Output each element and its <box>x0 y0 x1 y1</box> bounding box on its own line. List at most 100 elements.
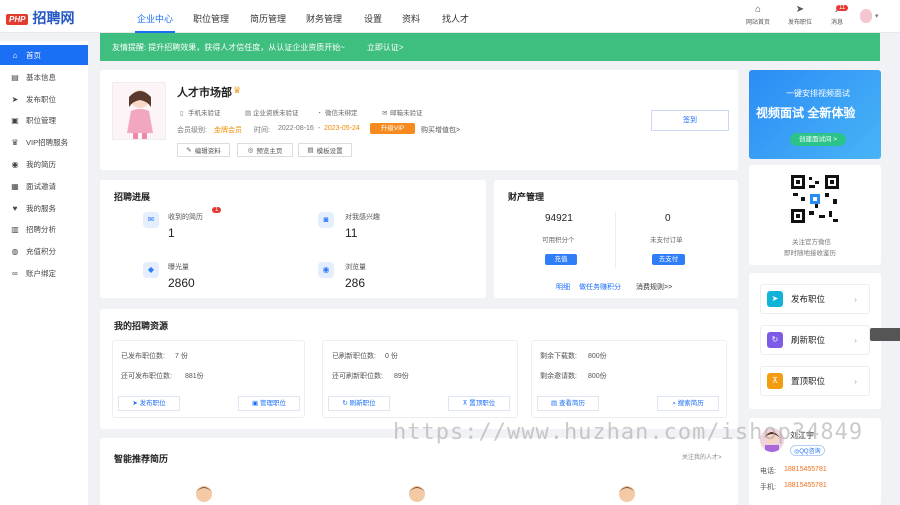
sidebar-item-post-job[interactable]: ➤ 发布职位 <box>0 89 88 109</box>
verify-license-tag[interactable]: ▤ 企业资质未验证 <box>245 107 299 117</box>
phone-number: 18815455781 <box>784 466 827 473</box>
resume-avatar-3[interactable] <box>613 484 641 505</box>
verify-phone-label: 手机未验证 <box>188 110 221 117</box>
remaining-refresh-value: 89份 <box>394 373 409 380</box>
crown-icon: ♛ <box>11 137 19 147</box>
exposure-label: 曝光量 <box>168 264 189 271</box>
top-link-homepage[interactable]: ⌂ 网站首页 <box>738 4 778 26</box>
member-time-label: 时间: <box>254 127 270 134</box>
chevron-right-icon: › <box>854 294 857 304</box>
interested-in-me-label[interactable]: 对我感兴趣 <box>345 212 380 222</box>
member-level-label: 会员级别: <box>177 127 207 134</box>
quick-pin-job-button[interactable]: ⊼ 置顶职位 › <box>760 366 870 396</box>
nav-item-find-talent[interactable]: 找人才 <box>442 12 469 25</box>
earn-points-link[interactable]: 做任务赚积分 <box>579 282 621 292</box>
sidebar-item-home[interactable]: ⌂ 首页 <box>0 45 88 65</box>
company-avatar[interactable] <box>112 82 166 140</box>
chat-icon: ◙ <box>318 212 334 228</box>
license-icon: ▤ <box>245 110 252 117</box>
sidebar-item-recharge-points[interactable]: ◍ 充值积分 <box>0 241 88 261</box>
sign-in-button[interactable]: 签到 <box>651 110 729 131</box>
nav-item-company-center[interactable]: 企业中心 <box>137 12 173 25</box>
user-avatar[interactable] <box>860 9 872 23</box>
quick-post-job-button[interactable]: ➤ 发布职位 › <box>760 284 870 314</box>
chevron-down-icon[interactable]: ▾ <box>875 12 879 20</box>
briefcase-icon: ▣ <box>11 115 19 125</box>
finance-detail-link[interactable]: 明细 <box>556 282 570 292</box>
remaining-downloads-value: 800份 <box>588 353 607 360</box>
verify-phone-tag[interactable]: ▯ 手机未验证 <box>180 107 221 117</box>
resume-avatar-1[interactable] <box>190 484 218 505</box>
received-resumes-badge: 1 <box>212 207 222 213</box>
pin-job-button[interactable]: ⊼ 置顶职位 <box>448 396 510 411</box>
sidebar-item-account-binding[interactable]: ∞ 账户绑定 <box>0 263 88 283</box>
upgrade-vip-button[interactable]: 升级VIP <box>370 123 415 134</box>
preview-homepage-label: 预览主页 <box>256 148 283 155</box>
nav-item-resume-management[interactable]: 简历管理 <box>250 12 286 25</box>
floating-side-widget[interactable] <box>870 328 900 341</box>
refresh-job-button[interactable]: ↻ 刷新职位 <box>328 396 390 411</box>
pin-icon: ⊼ <box>767 373 783 389</box>
home-icon: ⌂ <box>754 4 762 15</box>
sidebar-item-recruit-analysis[interactable]: ▥ 招聘分析 <box>0 219 88 239</box>
remaining-downloads-label: 剩余下载数: <box>540 353 577 360</box>
recharge-button[interactable]: 充值 <box>545 254 577 265</box>
sidebar-item-my-resumes[interactable]: ◉ 我的简历 <box>0 154 88 174</box>
remaining-invites-value: 800份 <box>588 373 607 380</box>
verify-email-label: 邮箱未验证 <box>390 110 423 117</box>
consume-rules-link[interactable]: 消费规则>> <box>636 282 672 292</box>
sidebar-item-vip-service[interactable]: ♛ VIP招聘服务 <box>0 132 88 152</box>
preview-homepage-button[interactable]: ◎ 预览主页 <box>237 143 293 157</box>
sidebar-item-label: 充值积分 <box>26 246 56 256</box>
create-interview-room-button[interactable]: 创建面试间 > <box>790 133 846 146</box>
pay-button[interactable]: 去支付 <box>652 254 685 265</box>
remaining-posts-label: 还可发布职位数: <box>121 373 172 380</box>
qq-consult-button[interactable]: ◎QQ咨询 <box>790 445 825 456</box>
banner-label: 友情提醒: <box>112 42 147 52</box>
logo-badge: PHP <box>6 13 29 25</box>
verify-email-tag[interactable]: ✉ 邮箱未验证 <box>382 107 423 117</box>
document-icon: ▤ <box>11 72 19 82</box>
received-resumes-label[interactable]: 收到的简历 <box>168 212 203 222</box>
top-link-post-job[interactable]: ➤ 发布职位 <box>780 4 820 26</box>
inbox-icon: ✉ <box>143 212 159 228</box>
edit-profile-button[interactable]: ✎ 编辑资料 <box>177 143 230 157</box>
user-icon: ◉ <box>11 159 19 169</box>
nav-item-profile[interactable]: 资料 <box>402 12 420 25</box>
view-resumes-button[interactable]: ▤ 查看简历 <box>537 396 599 411</box>
link-icon: ∞ <box>12 268 18 278</box>
member-level-value: 金牌会员 <box>214 127 242 134</box>
post-job-button[interactable]: ➤ 发布职位 <box>118 396 180 411</box>
buy-addon-link[interactable]: 购买增值包> <box>421 125 460 135</box>
remaining-posts-value: 881份 <box>185 373 204 380</box>
sidebar-item-my-services[interactable]: ♥ 我的服务 <box>0 198 88 218</box>
verify-wechat-tag[interactable]: ◔ 微信未绑定 <box>317 107 358 117</box>
quick-refresh-job-button[interactable]: ↻ 刷新职位 › <box>760 325 870 355</box>
refresh-icon: ↻ <box>342 400 350 407</box>
banner-verify-link[interactable]: 立即认证> <box>367 42 404 53</box>
template-settings-button[interactable]: ▤ 模板设置 <box>298 143 352 157</box>
pin-job-button-label: 置顶职位 <box>469 400 496 407</box>
sidebar-item-job-management[interactable]: ▣ 职位管理 <box>0 110 88 130</box>
member-time-end: 2023-05-24 <box>324 125 360 132</box>
home-icon: ⌂ <box>12 50 18 60</box>
manage-jobs-button-label: 管理职位 <box>259 400 286 407</box>
nav-item-finance-management[interactable]: 财务管理 <box>306 12 342 25</box>
manage-jobs-button[interactable]: ▣ 管理职位 <box>238 396 300 411</box>
quick-post-job-label: 发布职位 <box>791 294 826 304</box>
nav-item-settings[interactable]: 设置 <box>364 12 382 25</box>
eye-icon: ◉ <box>318 262 334 278</box>
watermark-text: https://www.huzhan.com/ishop34849 <box>393 420 864 445</box>
remaining-refresh-label: 还可刷新职位数: <box>332 373 383 380</box>
search-resumes-button[interactable]: ⌕ 搜索简历 <box>657 396 719 411</box>
sidebar-item-interview-invites[interactable]: ▦ 面试邀请 <box>0 176 88 196</box>
sidebar-item-basic-info[interactable]: ▤ 基本信息 <box>0 67 88 87</box>
resume-avatar-2[interactable] <box>403 484 431 505</box>
views-value: 286 <box>345 276 366 290</box>
received-resumes-value[interactable]: 1 <box>168 226 175 240</box>
site-logo[interactable]: PHP 招聘网 <box>6 8 74 28</box>
nav-item-job-management[interactable]: 职位管理 <box>193 12 229 25</box>
search-resumes-button-label: 搜索简历 <box>677 400 704 407</box>
interested-in-me-value[interactable]: 11 <box>345 226 357 240</box>
followed-talents-link[interactable]: 关注我的人才> <box>682 452 722 461</box>
